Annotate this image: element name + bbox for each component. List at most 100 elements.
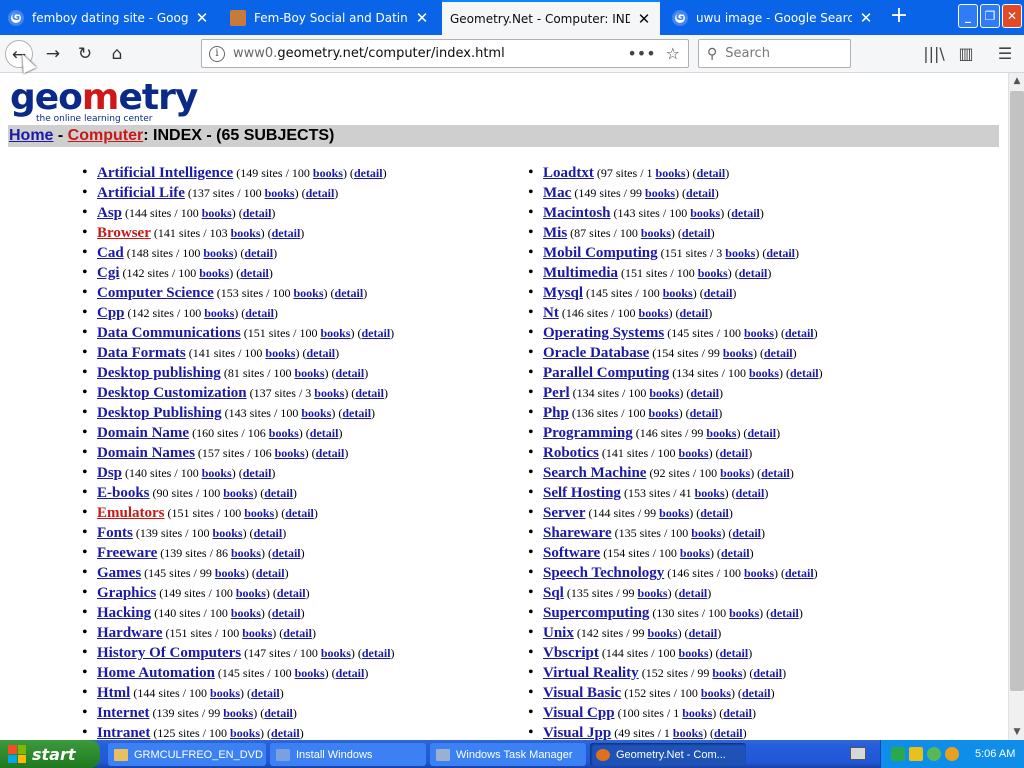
detail-link[interactable]: detail xyxy=(700,506,729,520)
detail-link[interactable]: detail xyxy=(272,606,301,620)
tab-uwu-image-search[interactable]: G uwu image - Google Search ✕ xyxy=(664,2,882,33)
new-tab-button[interactable]: + xyxy=(886,5,912,29)
detail-link[interactable]: detail xyxy=(251,686,280,700)
books-link[interactable]: books xyxy=(698,266,728,280)
subject-link[interactable]: Supercomputing xyxy=(543,605,649,621)
subject-link[interactable]: Macintosh xyxy=(543,205,611,221)
detail-link[interactable]: detail xyxy=(271,726,300,740)
books-link[interactable]: books xyxy=(744,566,774,580)
detail-link[interactable]: detail xyxy=(723,706,752,720)
close-icon[interactable]: ✕ xyxy=(194,9,210,27)
detail-link[interactable]: detail xyxy=(283,626,312,640)
subject-link[interactable]: Loadtxt xyxy=(543,165,594,181)
detail-link[interactable]: detail xyxy=(240,266,269,280)
subject-link[interactable]: Games xyxy=(97,565,141,581)
books-link[interactable]: books xyxy=(301,406,331,420)
books-link[interactable]: books xyxy=(231,226,261,240)
subject-link[interactable]: History Of Computers xyxy=(97,645,241,661)
subject-link[interactable]: Emulators xyxy=(97,505,165,521)
url-text[interactable]: www0.geometry.net/computer/index.html xyxy=(233,46,627,61)
minimize-button[interactable]: _ xyxy=(958,4,978,28)
detail-link[interactable]: detail xyxy=(336,366,365,380)
subject-link[interactable]: Internet xyxy=(97,705,150,721)
detail-link[interactable]: detail xyxy=(336,666,365,680)
books-link[interactable]: books xyxy=(320,326,350,340)
subject-link[interactable]: Php xyxy=(543,405,569,421)
detail-link[interactable]: detail xyxy=(704,286,733,300)
subject-link[interactable]: Nt xyxy=(543,305,559,321)
detail-link[interactable]: detail xyxy=(272,226,301,240)
books-link[interactable]: books xyxy=(295,366,325,380)
books-link[interactable]: books xyxy=(641,226,671,240)
taskbar-item-install-windows[interactable]: Install Windows xyxy=(270,743,426,766)
subject-link[interactable]: E-books xyxy=(97,485,150,501)
subject-link[interactable]: Html xyxy=(97,685,130,701)
books-link[interactable]: books xyxy=(223,706,253,720)
detail-link[interactable]: detail xyxy=(264,486,293,500)
network-icon[interactable] xyxy=(891,747,905,761)
books-link[interactable]: books xyxy=(269,426,299,440)
subject-link[interactable]: Visual Basic xyxy=(543,685,621,701)
detail-link[interactable]: detail xyxy=(732,526,761,540)
detail-link[interactable]: detail xyxy=(316,446,345,460)
books-link[interactable]: books xyxy=(723,346,753,360)
detail-link[interactable]: detail xyxy=(697,166,726,180)
books-link[interactable]: books xyxy=(744,326,774,340)
books-link[interactable]: books xyxy=(729,606,759,620)
subject-link[interactable]: Search Machine xyxy=(543,465,646,481)
detail-link[interactable]: detail xyxy=(753,666,782,680)
subject-link[interactable]: Virtual Reality xyxy=(543,665,639,681)
library-icon[interactable]: |||\ xyxy=(920,40,948,68)
subject-link[interactable]: Visual Cpp xyxy=(543,705,615,721)
books-link[interactable]: books xyxy=(691,526,721,540)
close-icon[interactable]: ✕ xyxy=(636,10,652,28)
detail-link[interactable]: detail xyxy=(335,286,364,300)
detail-link[interactable]: detail xyxy=(720,646,749,660)
detail-link[interactable]: detail xyxy=(790,366,819,380)
detail-link[interactable]: detail xyxy=(770,606,799,620)
page-actions-icon[interactable]: ••• xyxy=(627,44,655,63)
reload-button[interactable]: ↻ xyxy=(71,40,99,68)
books-link[interactable]: books xyxy=(680,546,710,560)
detail-link[interactable]: detail xyxy=(310,426,339,440)
books-link[interactable]: books xyxy=(639,306,669,320)
detail-link[interactable]: detail xyxy=(306,346,335,360)
books-link[interactable]: books xyxy=(231,546,261,560)
tab-fem-boy-social[interactable]: Fem-Boy Social and Dating.Street ✕ xyxy=(222,2,438,33)
detail-link[interactable]: detail xyxy=(785,566,814,580)
subject-link[interactable]: Visual Jpp xyxy=(543,725,611,740)
detail-link[interactable]: detail xyxy=(285,506,314,520)
detail-link[interactable]: detail xyxy=(714,726,743,740)
subject-link[interactable]: Parallel Computing xyxy=(543,365,669,381)
home-button[interactable]: ⌂ xyxy=(103,40,131,68)
detail-link[interactable]: detail xyxy=(244,246,273,260)
subject-link[interactable]: Browser xyxy=(97,225,151,241)
detail-link[interactable]: detail xyxy=(264,706,293,720)
detail-link[interactable]: detail xyxy=(354,166,383,180)
books-link[interactable]: books xyxy=(210,686,240,700)
subject-link[interactable]: Unix xyxy=(543,625,574,641)
taskbar-item-dvd-folder[interactable]: GRMCULFREO_EN_DVD xyxy=(108,743,266,766)
url-bar[interactable]: i www0.geometry.net/computer/index.html … xyxy=(201,39,689,68)
detail-link[interactable]: detail xyxy=(690,406,719,420)
books-link[interactable]: books xyxy=(690,206,720,220)
vertical-scrollbar[interactable]: ▲ ▼ xyxy=(1008,73,1024,740)
detail-link[interactable]: detail xyxy=(747,426,776,440)
subject-link[interactable]: Home Automation xyxy=(97,665,215,681)
detail-link[interactable]: detail xyxy=(720,446,749,460)
subject-link[interactable]: Domain Name xyxy=(97,425,189,441)
tab-femboy-dating-search[interactable]: G femboy dating site - Google Search ✕ xyxy=(0,2,218,33)
detail-link[interactable]: detail xyxy=(245,306,274,320)
books-link[interactable]: books xyxy=(701,686,731,700)
subject-link[interactable]: Hardware xyxy=(97,625,163,641)
detail-link[interactable]: detail xyxy=(766,246,795,260)
books-link[interactable]: books xyxy=(199,266,229,280)
subject-link[interactable]: Sql xyxy=(543,585,564,601)
update-icon[interactable] xyxy=(927,747,941,761)
start-button[interactable]: start xyxy=(0,740,100,768)
menu-icon[interactable]: ☰ xyxy=(991,40,1019,68)
detail-link[interactable]: detail xyxy=(243,466,272,480)
books-link[interactable]: books xyxy=(725,246,755,260)
subject-link[interactable]: Vbscript xyxy=(543,645,599,661)
subject-link[interactable]: Programming xyxy=(543,425,633,441)
